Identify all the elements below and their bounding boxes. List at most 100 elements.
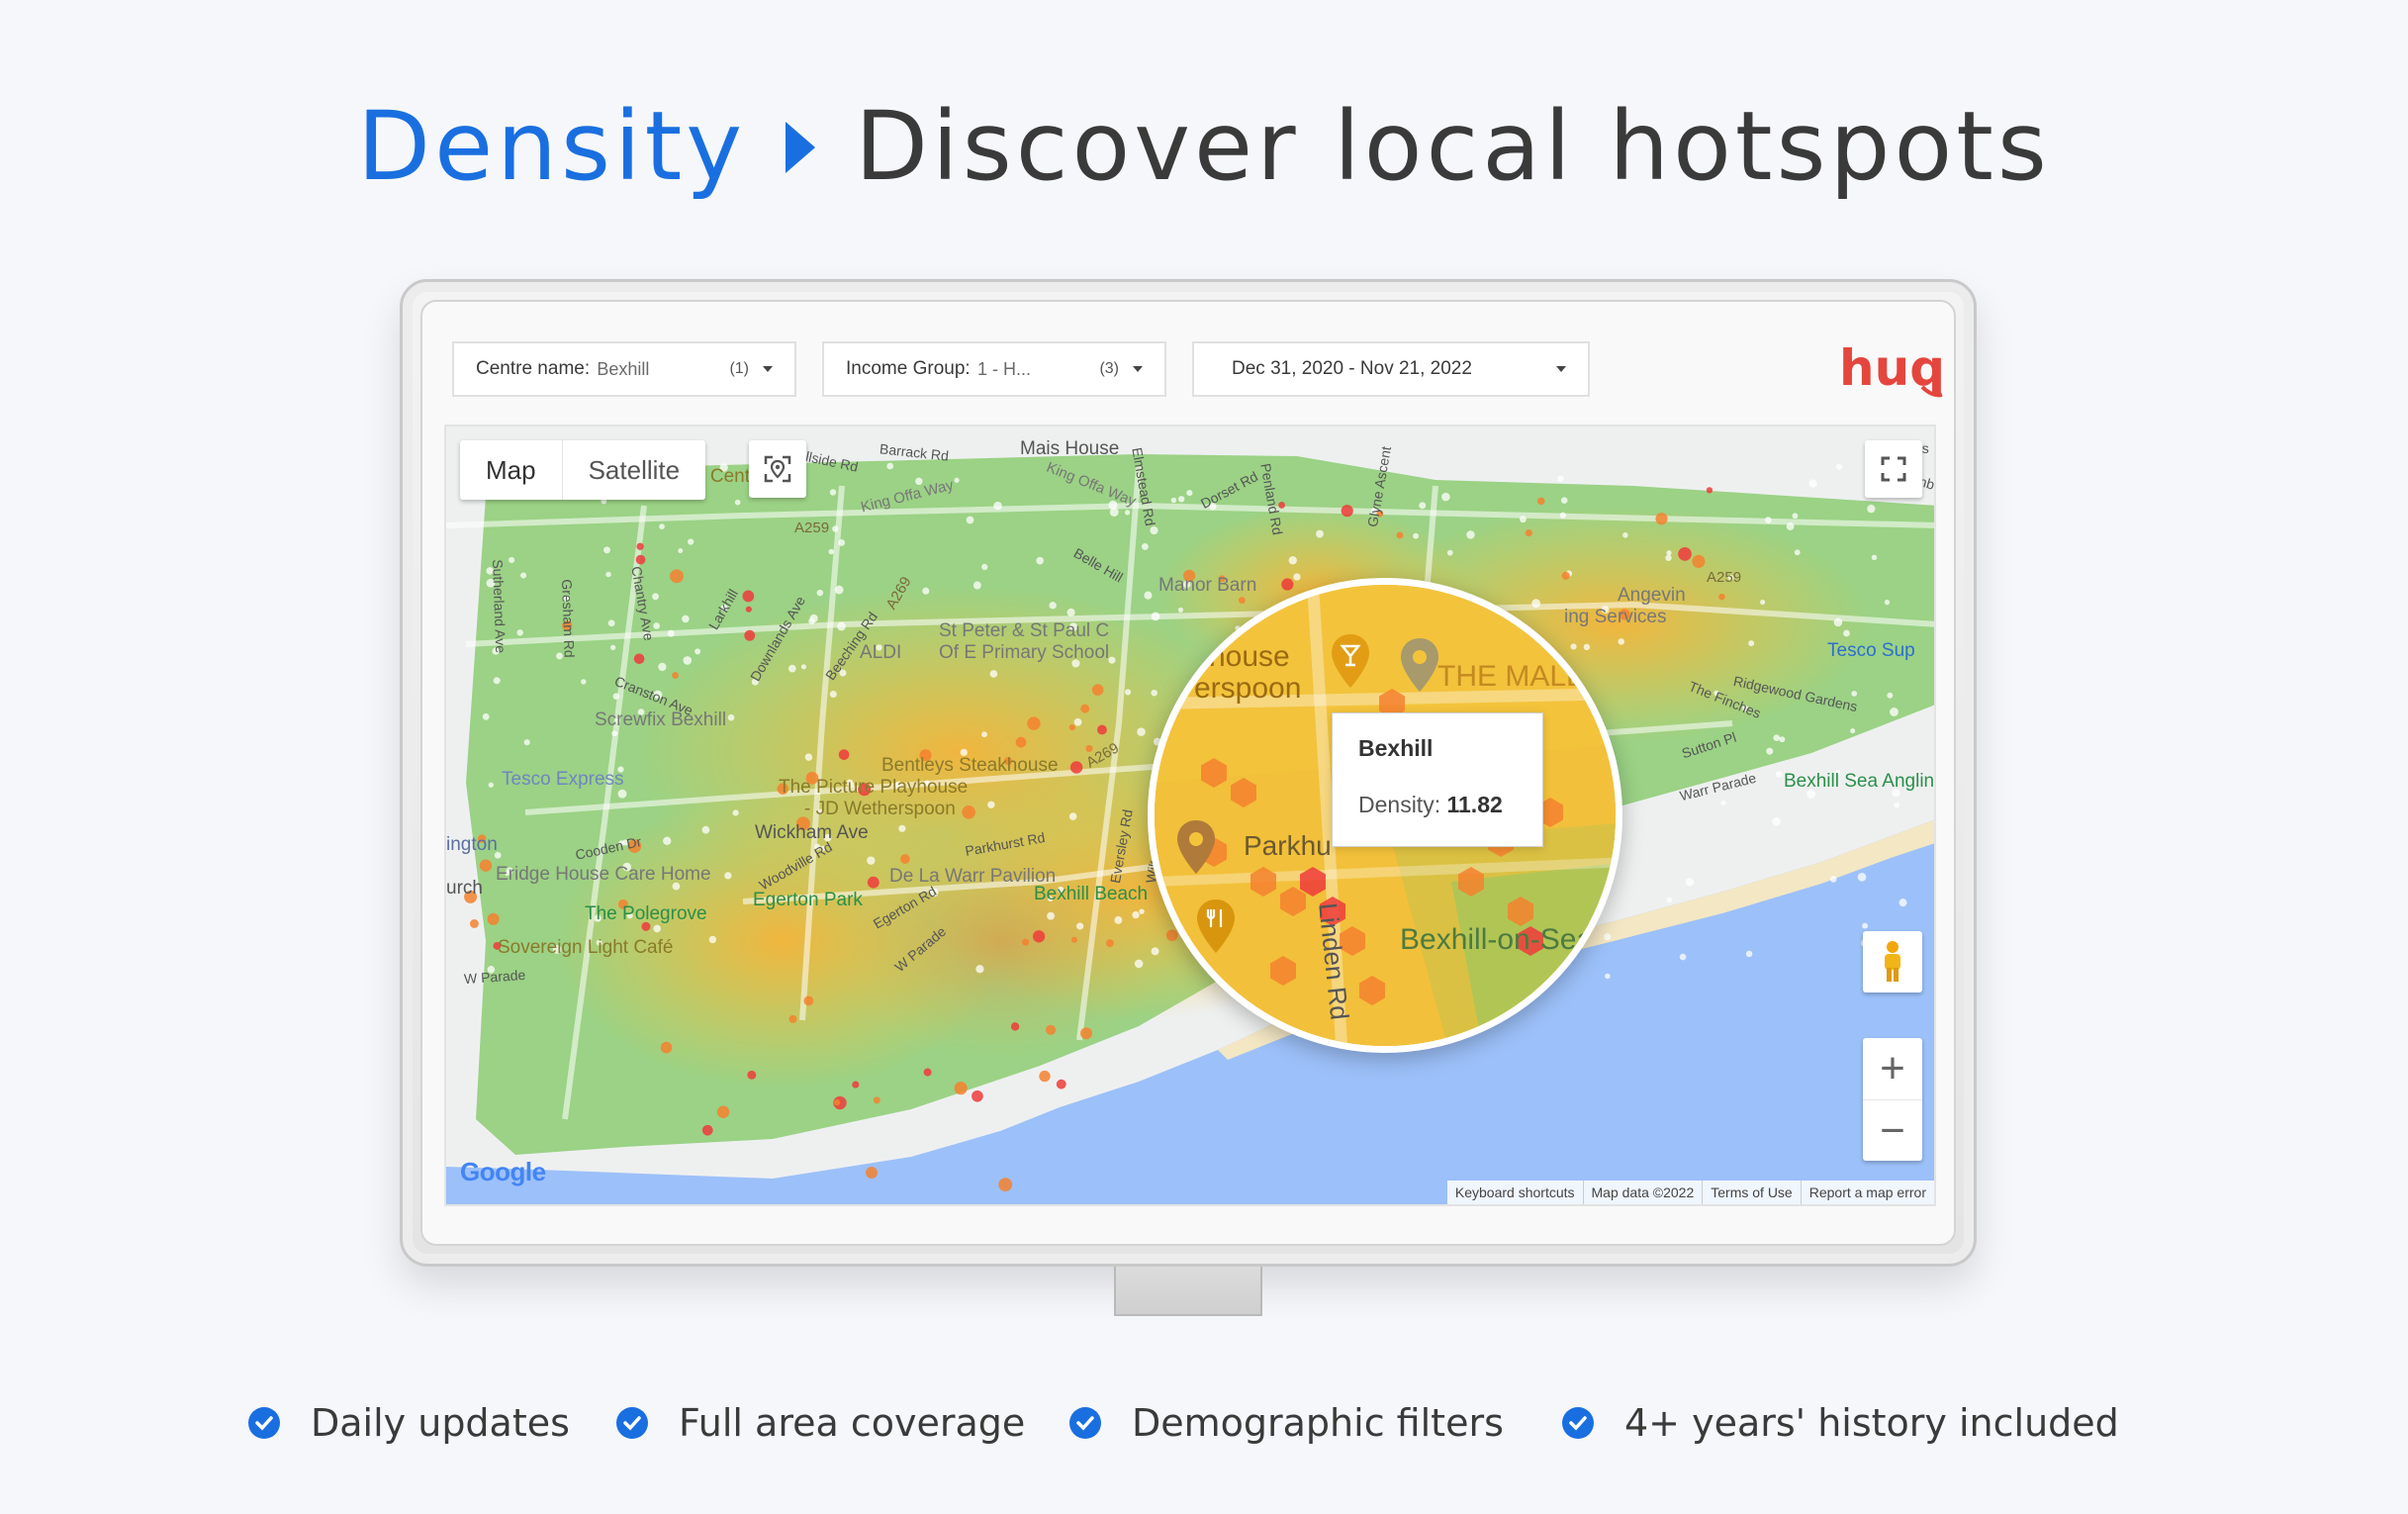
- map-hotspot: [745, 606, 752, 613]
- map-gap-dot: [1141, 542, 1149, 550]
- map-gap-dot: [523, 739, 530, 746]
- report-error-link[interactable]: Report a map error: [1800, 1181, 1934, 1204]
- magnifier-label: Bexhill-on-Sea: [1400, 923, 1594, 956]
- map-type-satellite-button[interactable]: Satellite: [563, 440, 706, 500]
- map-gap-dot: [828, 548, 835, 555]
- map-gap-dot: [1665, 554, 1672, 561]
- centre-name-filter[interactable]: Centre name: Bexhill (1): [452, 341, 796, 397]
- map-gap-dot: [653, 924, 662, 933]
- map-hotspot: [803, 995, 814, 1006]
- zoom-in-button[interactable]: +: [1863, 1038, 1922, 1100]
- map-gap-dot: [1829, 876, 1837, 883]
- terms-link[interactable]: Terms of Use: [1702, 1181, 1800, 1204]
- filter-value: 1 - H...: [976, 358, 1031, 379]
- feature-text: Daily updates: [311, 1401, 570, 1445]
- map-gap-dot: [1560, 497, 1568, 504]
- location-pin-icon: [764, 455, 791, 483]
- map-gap-dot: [701, 825, 710, 834]
- map-type-map-button[interactable]: Map: [460, 440, 563, 500]
- triangle-right-icon: [786, 121, 816, 173]
- zoom-control: + −: [1863, 1038, 1922, 1161]
- location-pin-icon: [1177, 820, 1215, 874]
- map-hotspot: [1097, 724, 1107, 735]
- map-gap-dot: [1288, 556, 1297, 565]
- map-hotspot: [1525, 529, 1532, 537]
- street-view-button[interactable]: [1863, 931, 1922, 993]
- map-gap-dot: [1144, 591, 1153, 600]
- check-circle-icon: [1562, 1407, 1594, 1439]
- map-gap-dot: [1843, 629, 1850, 637]
- map-gap-dot: [1068, 812, 1077, 820]
- map-label: Egerton Park: [753, 890, 863, 910]
- map-gap-dot: [610, 644, 616, 651]
- filter-count: (3): [1099, 360, 1119, 377]
- map-gap-dot: [607, 619, 615, 627]
- map-gap-dot: [516, 629, 523, 636]
- map-gap-dot: [667, 629, 675, 637]
- map-gap-dot: [1557, 475, 1564, 483]
- tooltip-metric-label: Density:: [1358, 792, 1441, 817]
- map-gap-dot: [1890, 708, 1899, 716]
- keyboard-shortcuts-link[interactable]: Keyboard shortcuts: [1447, 1181, 1583, 1204]
- filter-value: Bexhill: [597, 358, 650, 379]
- map-hotspot: [670, 569, 684, 584]
- map-hotspot: [866, 1167, 878, 1179]
- logo-mark: huq: [1839, 339, 1945, 398]
- date-range-filter[interactable]: Dec 31, 2020 - Nov 21, 2022: [1192, 341, 1590, 397]
- zoom-out-button[interactable]: −: [1863, 1100, 1922, 1162]
- feature-text: 4+ years' history included: [1624, 1401, 2119, 1445]
- map-gap-dot: [1786, 522, 1795, 530]
- map-gap-dot: [612, 693, 620, 700]
- map-gap-dot: [867, 856, 876, 865]
- map-hotspot: [972, 1089, 983, 1102]
- map-gap-dot: [954, 477, 960, 483]
- map-gap-dot: [1894, 802, 1900, 808]
- map-gap-dot: [1775, 771, 1783, 778]
- income-group-filter[interactable]: Income Group: 1 - H... (3): [822, 341, 1166, 397]
- map-data-text: Map data ©2022: [1582, 1181, 1703, 1204]
- map-gap-dot: [1622, 532, 1628, 538]
- map-gap-dot: [658, 662, 667, 672]
- map-gap-dot: [1857, 872, 1867, 882]
- tooltip-metric: Density: 11.82: [1358, 792, 1517, 818]
- map-gap-dot: [1170, 497, 1177, 504]
- map-gap-dot: [1520, 516, 1527, 523]
- map-gap-dot: [1132, 910, 1140, 919]
- pegman-icon: [1885, 941, 1900, 982]
- feature-text: Demographic filters: [1132, 1401, 1504, 1445]
- map-gap-dot: [1871, 554, 1878, 561]
- map-hotspot: [1718, 593, 1725, 601]
- map-gap-dot: [1773, 734, 1781, 741]
- map-hotspot: [1022, 938, 1030, 946]
- map-gap-dot: [1186, 490, 1193, 497]
- google-logo-text: Google: [460, 1157, 546, 1186]
- map-hotspot: [923, 1068, 932, 1077]
- map-hotspot: [636, 542, 644, 550]
- map-gap-dot: [1851, 691, 1858, 697]
- map-gap-dot: [1766, 747, 1774, 755]
- map-gap-dot: [832, 525, 839, 532]
- map-label: Bexhill Sea Anglin: [1784, 771, 1935, 792]
- fullscreen-icon: [1881, 456, 1906, 482]
- fullscreen-button[interactable]: [1865, 440, 1922, 498]
- map-gap-dot: [1293, 573, 1301, 581]
- map-hotspot: [1537, 497, 1545, 506]
- map-label: Bexhill Beach: [1034, 884, 1149, 904]
- map-gap-dot: [837, 621, 846, 631]
- map-hotspot: [479, 859, 493, 872]
- check-circle-icon: [616, 1407, 648, 1439]
- map-gap-dot: [989, 670, 998, 678]
- map-gap-dot: [1413, 532, 1420, 539]
- map-gap-dot: [1792, 513, 1799, 520]
- map-hotspot: [1032, 930, 1046, 943]
- map-gap-dot: [1114, 915, 1123, 924]
- page-headline: Density Discover local hotspots: [0, 87, 2408, 206]
- map-gap-dot: [1862, 922, 1869, 929]
- check-circle-icon: [1069, 1407, 1101, 1439]
- check-circle-icon: [248, 1407, 280, 1439]
- locate-button[interactable]: [749, 440, 806, 498]
- map-hotspot: [1655, 513, 1668, 525]
- map-gap-dot: [1076, 922, 1084, 930]
- filter-key: Centre name:: [476, 358, 591, 379]
- map-hotspot: [873, 1096, 880, 1104]
